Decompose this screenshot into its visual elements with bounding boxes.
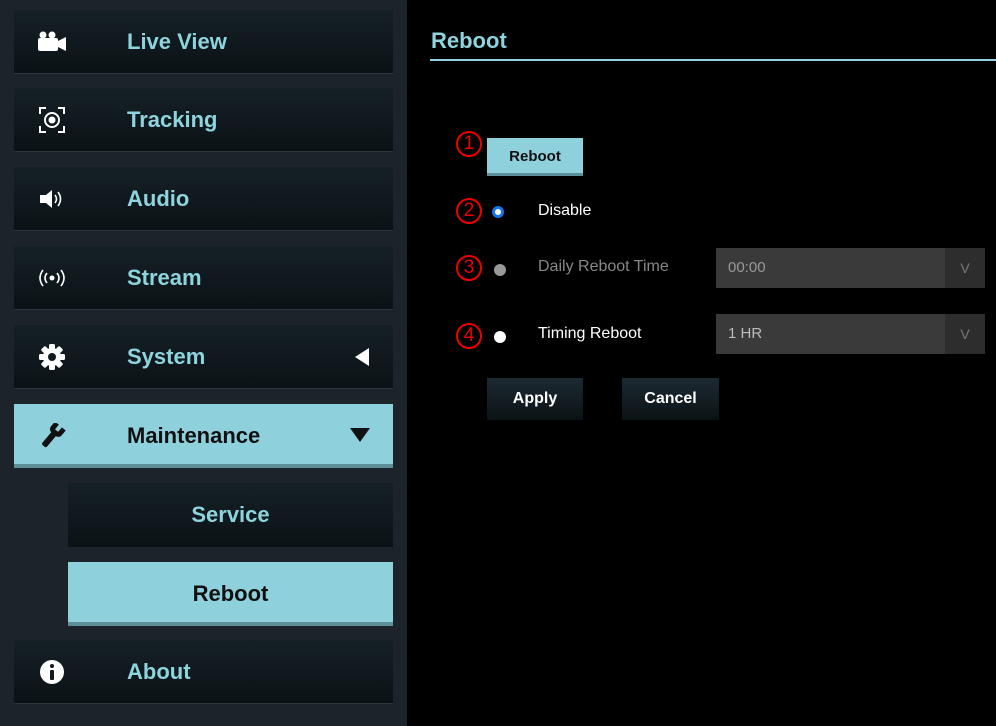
sidebar: Live View Tracking Audio Stream System M…: [0, 0, 407, 726]
sidebar-item-maintenance[interactable]: Maintenance: [14, 404, 393, 468]
collapse-left-arrow-icon: [353, 347, 371, 372]
sidebar-subitem-label: Reboot: [192, 581, 269, 606]
timing-reboot-label: Timing Reboot: [538, 325, 642, 342]
broadcast-icon: [36, 264, 68, 292]
sidebar-item-audio[interactable]: Audio: [14, 167, 393, 231]
callout-marker-3: 3: [456, 255, 482, 281]
sidebar-subitem-service[interactable]: Service: [68, 483, 393, 547]
sidebar-item-tracking[interactable]: Tracking: [14, 88, 393, 152]
daily-reboot-time-select[interactable]: 00:00 V: [716, 248, 985, 288]
daily-reboot-radio[interactable]: [494, 264, 506, 276]
sidebar-item-label: System: [127, 344, 206, 369]
sidebar-item-label: About: [127, 659, 191, 684]
chevron-down-icon: V: [945, 314, 985, 354]
daily-reboot-label: Daily Reboot Time: [538, 258, 669, 275]
sidebar-item-about[interactable]: About: [14, 640, 393, 704]
timing-reboot-value: 1 HR: [728, 325, 763, 342]
sidebar-item-stream[interactable]: Stream: [14, 246, 393, 310]
callout-marker-1: 1: [456, 131, 482, 157]
video-camera-icon: [36, 28, 68, 56]
tracking-target-icon: [36, 106, 68, 134]
daily-reboot-time-value: 00:00: [728, 259, 766, 276]
reboot-button[interactable]: Reboot: [487, 138, 583, 176]
apply-button[interactable]: Apply: [487, 378, 583, 420]
chevron-down-icon: V: [945, 248, 985, 288]
info-icon: [36, 658, 68, 686]
sidebar-item-label: Live View: [127, 29, 227, 54]
wrench-icon: [36, 422, 68, 450]
timing-reboot-select[interactable]: 1 HR V: [716, 314, 985, 354]
timing-reboot-radio[interactable]: [494, 331, 506, 343]
speaker-icon: [36, 185, 68, 213]
gear-icon: [36, 343, 68, 371]
sidebar-item-live-view[interactable]: Live View: [14, 10, 393, 74]
callout-marker-2: 2: [456, 198, 482, 224]
callout-marker-4: 4: [456, 323, 482, 349]
disable-label: Disable: [538, 202, 592, 219]
page-title: Reboot: [431, 28, 507, 53]
title-divider: [430, 59, 996, 61]
sidebar-item-label: Audio: [127, 186, 190, 211]
sidebar-subitem-reboot[interactable]: Reboot: [68, 562, 393, 626]
sidebar-item-system[interactable]: System: [14, 325, 393, 389]
disable-radio[interactable]: [492, 206, 504, 218]
sidebar-item-label: Stream: [127, 265, 202, 290]
cancel-button[interactable]: Cancel: [622, 378, 719, 420]
sidebar-item-label: Tracking: [127, 107, 218, 132]
expand-down-arrow-icon: [349, 426, 371, 449]
sidebar-item-label: Maintenance: [127, 423, 261, 448]
sidebar-subitem-label: Service: [191, 502, 270, 527]
